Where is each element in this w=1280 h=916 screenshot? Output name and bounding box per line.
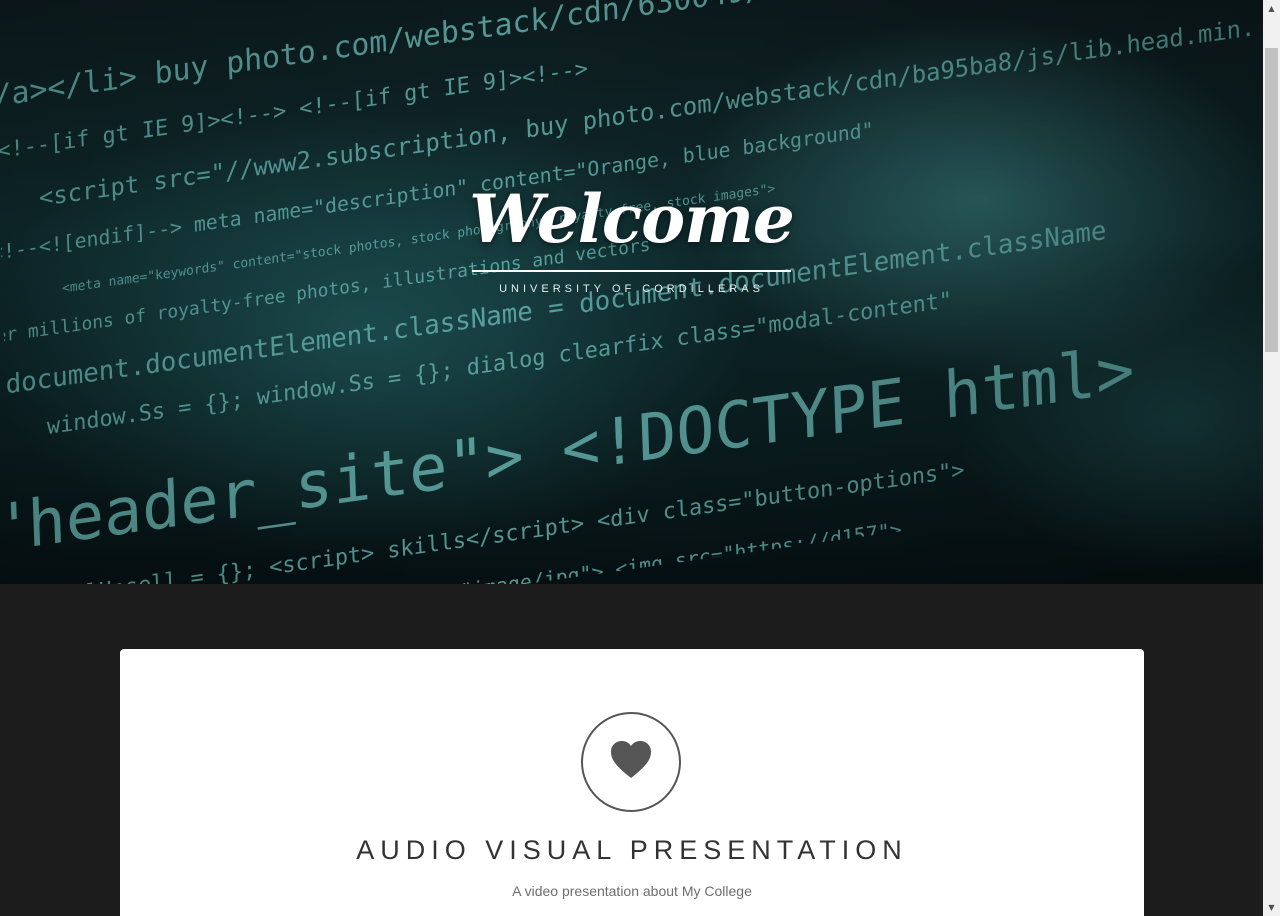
hero-divider xyxy=(472,270,791,272)
feature-heading: AUDIO VISUAL PRESENTATION xyxy=(356,835,908,865)
scrollbar-thumb[interactable] xyxy=(1265,48,1278,352)
feature-card: AUDIO VISUAL PRESENTATION A video presen… xyxy=(120,649,1144,916)
hero-banner: </a></li> buy photo.com/webstack/cdn/630… xyxy=(0,0,1263,584)
heart-icon xyxy=(609,740,653,785)
page: </a></li> buy photo.com/webstack/cdn/630… xyxy=(0,0,1263,916)
hero-subtitle: UNIVERSITY OF CORDILLERAS xyxy=(499,283,764,295)
feature-description: A video presentation about My College xyxy=(512,883,752,899)
scroll-up-arrow-icon[interactable]: ▲ xyxy=(1263,0,1280,17)
scroll-down-arrow-icon[interactable]: ▼ xyxy=(1263,899,1280,916)
hero-title: Welcome xyxy=(469,180,795,258)
page-scrollbar[interactable]: ▲ ▼ xyxy=(1263,0,1280,916)
feature-icon-circle xyxy=(581,712,681,812)
